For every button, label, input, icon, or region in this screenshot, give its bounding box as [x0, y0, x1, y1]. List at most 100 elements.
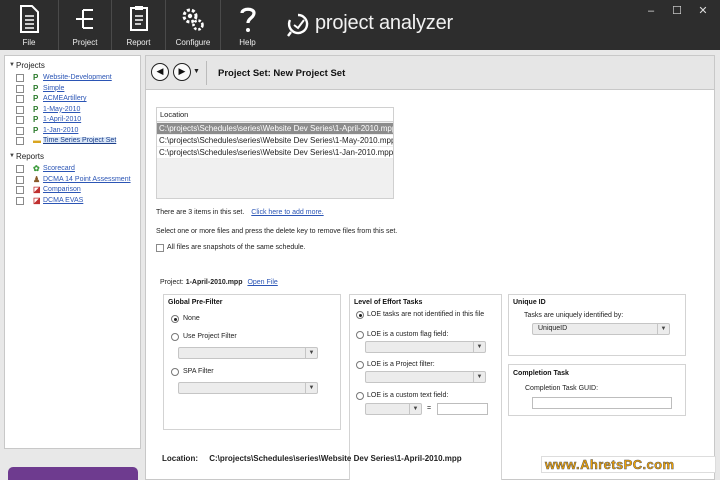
history-dropdown-icon[interactable]: ▼	[193, 68, 200, 75]
back-button[interactable]: ◀	[151, 63, 169, 81]
checkbox[interactable]	[16, 126, 24, 135]
loe-flag-field-radio[interactable]	[356, 331, 364, 339]
project-item[interactable]: P Website-Development	[5, 73, 140, 84]
file-label: File	[22, 38, 36, 47]
nav-bar: ◀ ▶ ▼ Project Set: New Project Set	[146, 56, 714, 90]
project-file-icon: P	[33, 94, 39, 103]
loe-title: Level of Effort Tasks	[354, 299, 423, 306]
equals-sign: =	[427, 405, 432, 412]
close-button[interactable]: ✕	[692, 4, 714, 18]
open-file-link[interactable]: Open File	[247, 279, 277, 286]
watermark: www.AhretsPC.com	[541, 456, 716, 473]
reports-group-label: Reports	[16, 152, 45, 161]
caret-down-icon[interactable]: ▼	[9, 62, 15, 68]
caret-down-icon[interactable]: ▼	[9, 153, 15, 159]
project-label: Project:	[160, 279, 184, 286]
project-link[interactable]: ACMEArtillery	[43, 95, 87, 102]
spa-filter-label: SPA Filter	[183, 368, 214, 375]
completion-guid-input[interactable]	[532, 397, 672, 409]
projects-group[interactable]: ▼ Projects	[5, 61, 140, 72]
loe-text-value-input[interactable]	[437, 403, 488, 415]
spa-filter-dropdown[interactable]: ▼	[178, 382, 318, 394]
forward-button[interactable]: ▶	[173, 63, 191, 81]
project-link[interactable]: 1-May-2010	[43, 106, 80, 113]
project-link[interactable]: 1-Jan-2010	[43, 127, 78, 134]
project-file-icon: P	[33, 125, 39, 135]
file-icon	[20, 5, 39, 33]
report-icon	[129, 6, 148, 31]
project-line: Project: 1-April-2010.mpp Open File	[160, 279, 278, 286]
loe-project-filter-dropdown[interactable]: ▼	[365, 371, 486, 383]
unique-id-label: Tasks are uniquely identified by:	[524, 312, 624, 319]
spa-filter-radio[interactable]	[171, 368, 179, 376]
chevron-down-icon: ▼	[409, 404, 421, 414]
checkbox[interactable]	[16, 105, 24, 114]
checkbox[interactable]	[16, 186, 24, 194]
unique-id-dropdown[interactable]: UniqueID ▼	[532, 323, 670, 335]
checkbox[interactable]	[16, 175, 24, 184]
report-link[interactable]: DCMA EVAS	[43, 197, 83, 204]
report-item[interactable]: ♟ DCMA 14 Point Assessment	[5, 175, 140, 186]
loe-text-field-dropdown[interactable]: ▼	[365, 403, 422, 415]
loe-flag-field-dropdown[interactable]: ▼	[365, 341, 486, 353]
report-button[interactable]: Report	[112, 0, 166, 50]
project-item[interactable]: P 1-Jan-2010	[5, 126, 140, 137]
report-link[interactable]: Comparison	[43, 186, 81, 193]
instruction-text: Select one or more files and press the d…	[156, 228, 398, 235]
project-filter-dropdown[interactable]: ▼	[178, 347, 318, 359]
project-file-icon: P	[33, 115, 39, 124]
project-item-selected[interactable]: ▬ Time Series Project Set	[5, 136, 140, 147]
help-label: Help	[239, 38, 256, 47]
loe-panel: Level of Effort Tasks LOE tasks are not …	[349, 294, 502, 480]
project-file-icon: P	[33, 73, 39, 82]
project-link[interactable]: Time Series Project Set	[43, 137, 117, 144]
help-icon	[239, 7, 256, 32]
chart-icon: ◪	[33, 185, 41, 194]
unique-id-panel: Unique ID Tasks are uniquely identified …	[508, 294, 686, 356]
report-link[interactable]: Scorecard	[43, 165, 75, 172]
checkbox[interactable]	[16, 84, 24, 93]
checkbox[interactable]	[16, 95, 24, 103]
file-row[interactable]: C:\projects\Schedules\series\Website Dev…	[157, 123, 393, 135]
checkbox[interactable]	[16, 196, 24, 205]
item-count-text: There are 3 items in this set. Click her…	[156, 209, 324, 216]
loe-not-identified-label: LOE tasks are not identified in this fil…	[367, 311, 485, 318]
configure-button[interactable]: Configure	[166, 0, 221, 50]
help-button[interactable]: Help	[221, 0, 274, 50]
project-item[interactable]: P 1-April-2010	[5, 115, 140, 126]
checkbox[interactable]	[16, 137, 24, 145]
checkbox[interactable]	[16, 74, 24, 82]
file-row[interactable]: C:\projects\Schedules\series\Website Dev…	[157, 147, 393, 159]
sidebar-action-button[interactable]	[8, 467, 138, 480]
file-button[interactable]: File	[0, 0, 59, 50]
chevron-down-icon: ▼	[473, 342, 485, 352]
project-button[interactable]: Project	[59, 0, 112, 50]
none-radio[interactable]	[171, 315, 179, 323]
add-more-link[interactable]: Click here to add more.	[251, 209, 323, 216]
project-item[interactable]: P Simple	[5, 84, 140, 95]
report-item[interactable]: ◪ Comparison	[5, 185, 140, 196]
minimize-button[interactable]: –	[640, 4, 662, 18]
use-project-filter-radio[interactable]	[171, 333, 179, 341]
project-link[interactable]: Website-Development	[43, 74, 112, 81]
project-link[interactable]: 1-April-2010	[43, 116, 81, 123]
project-item[interactable]: P 1-May-2010	[5, 105, 140, 116]
loe-not-identified-radio[interactable]	[356, 311, 364, 319]
project-item[interactable]: P ACMEArtillery	[5, 94, 140, 105]
file-row[interactable]: C:\projects\Schedules\series\Website Dev…	[157, 135, 393, 147]
report-item[interactable]: ✿ Scorecard	[5, 164, 140, 175]
loe-project-filter-radio[interactable]	[356, 361, 364, 369]
reports-group[interactable]: ▼ Reports	[5, 152, 140, 163]
column-header-location[interactable]: Location	[157, 108, 393, 122]
project-link[interactable]: Simple	[43, 85, 64, 92]
maximize-button[interactable]: ☐	[666, 4, 688, 18]
report-link[interactable]: DCMA 14 Point Assessment	[43, 176, 131, 183]
checkbox[interactable]	[16, 165, 24, 173]
chevron-down-icon: ▼	[305, 348, 317, 358]
scorecard-icon: ✿	[33, 164, 40, 173]
report-item[interactable]: ◪ DCMA EVAS	[5, 196, 140, 207]
loe-text-field-radio[interactable]	[356, 392, 364, 400]
checkbox[interactable]	[16, 116, 24, 124]
snapshot-checkbox[interactable]	[156, 244, 164, 252]
person-icon: ♟	[33, 174, 41, 184]
